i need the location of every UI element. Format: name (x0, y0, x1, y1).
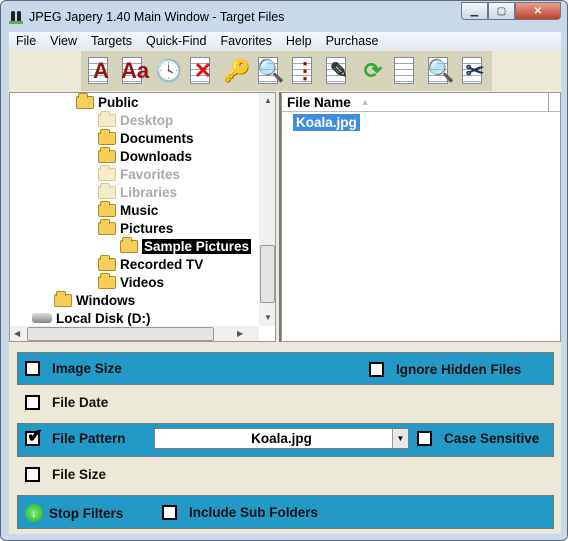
tree-item[interactable]: Favorites (98, 164, 180, 183)
file-date-checkbox[interactable]: File Date (25, 395, 108, 410)
folder-icon (98, 128, 116, 145)
filter-bar-image-size: Image Size Ignore Hidden Files (17, 352, 554, 385)
arrow-down-circle-icon: ↓ (25, 504, 43, 522)
doc-delete-button[interactable]: ✕ (187, 54, 219, 88)
docs-copy-button[interactable] (391, 54, 423, 88)
tree-item[interactable]: Local Disk (D:) (32, 309, 151, 327)
maximize-button[interactable]: ▢ (488, 2, 515, 20)
tree-item[interactable]: Windows (54, 290, 135, 309)
main-window: JPEG Japery 1.40 Main Window - Target Fi… (0, 0, 568, 541)
docs-search-icon: 🔍 (427, 58, 455, 83)
ignore-hidden-files-checkbox[interactable]: Ignore Hidden Files (369, 362, 521, 377)
title-bar: JPEG Japery 1.40 Main Window - Target Fi… (9, 5, 284, 29)
file-item[interactable]: Koala.jpg (293, 114, 360, 131)
folder-icon (54, 290, 72, 307)
chevron-down-icon[interactable]: ▼ (392, 429, 408, 448)
column-header-file-name[interactable]: File Name ▲ (287, 92, 549, 112)
tree-item[interactable]: Desktop (98, 110, 173, 129)
tree-item[interactable]: Sample Pictures (120, 236, 252, 255)
scroll-thumb[interactable] (27, 327, 214, 341)
file-size-checkbox[interactable]: File Size (25, 467, 106, 482)
menu-targets[interactable]: Targets (84, 34, 139, 48)
doc-font-a-button[interactable]: A (85, 54, 117, 88)
file-pattern-checkbox[interactable]: File Pattern (25, 425, 126, 448)
toolbar: A Aa 🕓 ✕ 🔑 🔍 ⋮ ✎ ⟳ 🔍 ✂ (9, 50, 561, 92)
window-title: JPEG Japery 1.40 Main Window - Target Fi… (29, 10, 285, 24)
case-sensitive-checkbox[interactable]: Case Sensitive (417, 431, 539, 446)
menu-help[interactable]: Help (279, 34, 319, 48)
doc-edit-icon: ✎ (329, 58, 349, 83)
tree-horizontal-scrollbar[interactable]: ◀ ▶ (10, 326, 259, 341)
doc-search-icon: 🔍 (257, 58, 285, 83)
doc-delete-icon: ✕ (193, 58, 213, 83)
filter-bar-bottom: ↓ Stop Filters Include Sub Folders (17, 495, 554, 529)
doc-search-button[interactable]: 🔍 (255, 54, 287, 88)
doc-font-a-icon: A (93, 58, 109, 83)
tree-item[interactable]: Recorded TV (98, 254, 203, 273)
tree-item[interactable]: Downloads (98, 146, 192, 165)
tree-vertical-scrollbar[interactable]: ▲ ▼ (259, 93, 275, 326)
doc-font-aa-icon: Aa (120, 58, 150, 83)
menu-file[interactable]: File (9, 34, 43, 48)
refresh-button[interactable]: ⟳ (357, 54, 389, 88)
folder-icon (76, 93, 94, 109)
refresh-icon: ⟳ (363, 58, 383, 83)
minimize-button[interactable]: ▁ (461, 2, 488, 20)
app-icon (9, 10, 23, 24)
menu-bar: File View Targets Quick-Find Favorites Help Pu… (9, 32, 561, 50)
docs-search-button[interactable]: 🔍 (425, 54, 457, 88)
menu-view[interactable]: View (43, 34, 84, 48)
tree-item[interactable]: Pictures (98, 218, 173, 237)
folder-icon (120, 236, 138, 253)
folder-icon (98, 182, 116, 199)
menu-favorites[interactable]: Favorites (213, 34, 278, 48)
stop-filters-button[interactable]: ↓ Stop Filters (25, 504, 123, 522)
clock-icon: 🕓 (155, 58, 183, 83)
scroll-thumb[interactable] (260, 245, 275, 303)
menu-purchase[interactable]: Purchase (319, 34, 386, 48)
drive-icon (32, 313, 52, 323)
tree-item[interactable]: Videos (98, 272, 164, 291)
menu-quick-find[interactable]: Quick-Find (139, 34, 213, 48)
doc-list-button[interactable]: ⋮ (289, 54, 321, 88)
folder-icon (98, 254, 116, 271)
folder-icon (98, 164, 116, 181)
folder-icon (98, 146, 116, 163)
sort-ascending-icon: ▲ (360, 97, 370, 107)
tree-item[interactable]: Music (98, 200, 158, 219)
doc-cut-button[interactable]: ✂ (459, 54, 491, 88)
doc-font-aa-button[interactable]: Aa (119, 54, 151, 88)
file-list[interactable]: File Name ▲ Koala.jpg (281, 92, 561, 342)
tree-item[interactable]: Libraries (98, 182, 177, 201)
close-button[interactable]: ✕ (515, 2, 561, 20)
filter-panel: Image Size Ignore Hidden Files File Date… (9, 342, 561, 534)
folder-icon (98, 200, 116, 217)
key-icon: 🔑 (223, 58, 251, 83)
doc-list-icon: ⋮ (294, 58, 316, 83)
folder-icon (98, 110, 116, 127)
image-size-checkbox[interactable]: Image Size (25, 361, 122, 376)
doc-cut-icon: ✂ (465, 58, 485, 83)
folder-tree[interactable]: Public Desktop Documents Downloads Favorites… (9, 92, 276, 342)
file-pattern-combobox[interactable]: Koala.jpg ▼ (154, 428, 409, 449)
key-button[interactable]: 🔑 (221, 54, 253, 88)
clock-button[interactable]: 🕓 (153, 54, 185, 88)
tree-item[interactable]: Public (76, 93, 139, 111)
tree-item[interactable]: Documents (98, 128, 194, 147)
include-sub-folders-checkbox[interactable]: Include Sub Folders (162, 505, 318, 520)
folder-icon (98, 218, 116, 235)
folder-icon (98, 272, 116, 289)
doc-edit-button[interactable]: ✎ (323, 54, 355, 88)
